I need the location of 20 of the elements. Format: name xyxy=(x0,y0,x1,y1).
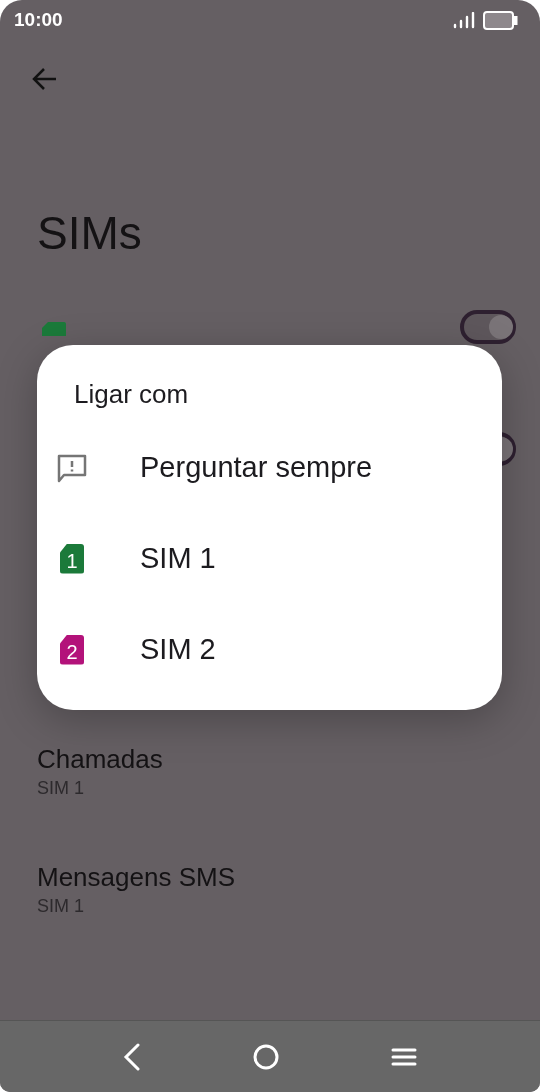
setting-value: SIM 1 xyxy=(37,895,85,919)
option-item[interactable]: 1 SIM 1 xyxy=(37,513,502,604)
dialog-title: Ligar com xyxy=(74,378,190,411)
signal-icon xyxy=(453,11,475,29)
sim-card-icon: 2 xyxy=(60,634,84,665)
toggle-switch[interactable] xyxy=(460,310,516,344)
option-item[interactable]: 2 SIM 2 xyxy=(37,604,502,695)
status-time: 10:00 xyxy=(14,7,63,32)
setting-label: Chamadas xyxy=(37,744,164,776)
home-button[interactable] xyxy=(252,1042,280,1071)
sim-card-icon xyxy=(42,321,66,336)
battery-icon xyxy=(483,10,518,30)
setting-value: SIM 1 xyxy=(37,777,85,801)
back-arrow-icon xyxy=(31,67,57,92)
message-alert-icon xyxy=(56,452,88,483)
sim-card-icon: 1 xyxy=(60,543,84,574)
page-title: SIMs xyxy=(37,210,143,256)
option-item[interactable]: Perguntar sempre xyxy=(37,422,502,513)
nav-back-button[interactable] xyxy=(122,1042,142,1071)
setting-label: Mensagens SMS xyxy=(37,862,236,894)
